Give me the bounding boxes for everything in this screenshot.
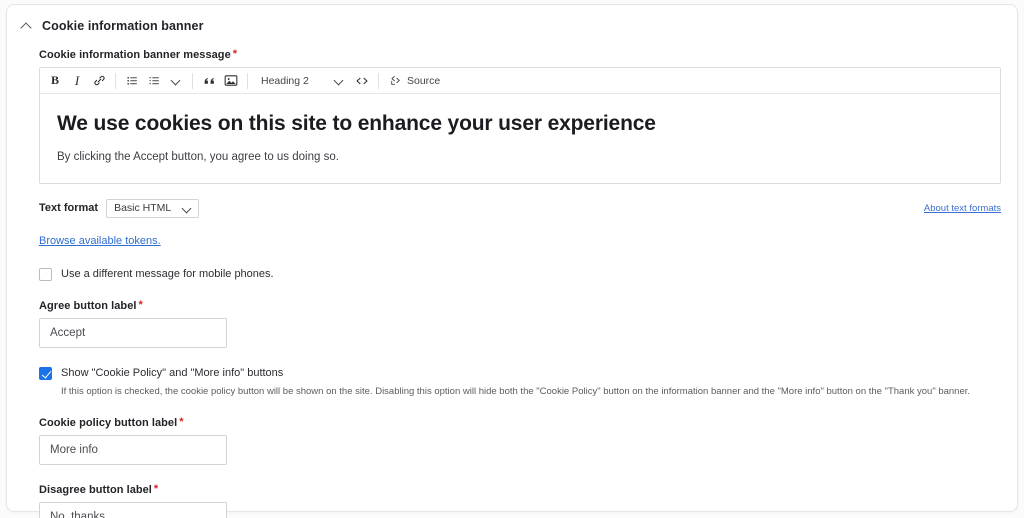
- details-summary-toggle[interactable]: Cookie information banner: [7, 5, 1017, 35]
- chevron-up-icon: [21, 20, 33, 32]
- show-policy-buttons-description: If this option is checked, the cookie po…: [61, 386, 971, 397]
- editor-field-label: Cookie information banner message *: [39, 48, 995, 62]
- chevron-down-icon: [335, 76, 344, 85]
- show-policy-buttons-checkbox[interactable]: [39, 367, 52, 380]
- toolbar-divider: [247, 72, 248, 89]
- disagree-button-field: Disagree button label *: [39, 484, 995, 518]
- source-code-icon[interactable]: [351, 70, 373, 92]
- block-quote-icon[interactable]: [198, 70, 220, 92]
- agree-button-input[interactable]: [39, 318, 227, 348]
- heading-dropdown-value: Heading 2: [261, 74, 309, 87]
- required-marker: *: [138, 299, 143, 311]
- cookie-information-banner-details: Cookie information banner Cookie informa…: [6, 4, 1018, 518]
- agree-button-label-text: Agree button label: [39, 300, 137, 312]
- text-format-row: Text format Basic HTML About text format…: [39, 198, 1001, 218]
- bold-icon[interactable]: B: [44, 70, 66, 92]
- editor-content-heading: We use cookies on this site to enhance y…: [57, 112, 656, 135]
- link-icon[interactable]: [88, 70, 110, 92]
- mobile-message-checkbox-row: Use a different message for mobile phone…: [39, 267, 995, 281]
- numbered-list-icon[interactable]: [143, 70, 165, 92]
- ckeditor-container: B I Heading 2 Source We use cookies on t…: [39, 67, 1001, 184]
- text-format-selected-value: Basic HTML: [114, 202, 172, 214]
- required-marker: *: [153, 483, 159, 495]
- editor-toolbar: B I Heading 2 Source: [40, 68, 1000, 94]
- required-marker: *: [232, 48, 238, 60]
- image-icon[interactable]: [220, 70, 242, 92]
- disagree-button-label: Disagree button label *: [39, 483, 995, 497]
- show-policy-buttons-label[interactable]: Show "Cookie Policy" and "More info" but…: [61, 366, 970, 380]
- browse-available-tokens-link[interactable]: Browse available tokens.: [39, 235, 161, 247]
- source-button[interactable]: Source: [384, 70, 445, 92]
- editor-content-paragraph: By clicking the Accept button, you agree…: [57, 151, 339, 163]
- chevron-down-glyph: [172, 76, 181, 85]
- show-policy-buttons-text-group: Show "Cookie Policy" and "More info" but…: [61, 366, 970, 398]
- about-text-formats-link[interactable]: About text formats: [924, 203, 1001, 214]
- editor-field-label-text: Cookie information banner message: [39, 49, 231, 61]
- list-options-chevron-down-icon[interactable]: [165, 70, 187, 92]
- required-marker: *: [179, 416, 184, 428]
- mobile-message-checkbox-label[interactable]: Use a different message for mobile phone…: [61, 267, 274, 281]
- chevron-down-icon: [183, 204, 192, 213]
- show-policy-buttons-checkbox-row: Show "Cookie Policy" and "More info" but…: [39, 366, 995, 398]
- bulleted-list-icon[interactable]: [121, 70, 143, 92]
- toolbar-divider: [378, 72, 379, 89]
- heading-dropdown[interactable]: Heading 2: [253, 70, 351, 92]
- agree-button-label: Agree button label *: [39, 299, 995, 313]
- cookie-policy-button-field: Cookie policy button label *: [39, 417, 995, 465]
- editor-content-area[interactable]: We use cookies on this site to enhance y…: [40, 94, 1000, 183]
- cookie-policy-button-input[interactable]: [39, 435, 227, 465]
- mobile-message-checkbox[interactable]: [39, 268, 52, 281]
- disagree-button-input[interactable]: [39, 502, 227, 518]
- form-body: Cookie information banner message* B I: [7, 35, 1017, 518]
- agree-button-field: Agree button label *: [39, 300, 995, 348]
- toolbar-divider: [115, 72, 116, 89]
- source-button-label: Source: [407, 74, 441, 87]
- cookie-policy-button-label-text: Cookie policy button label: [39, 417, 178, 429]
- cookie-policy-button-label: Cookie policy button label *: [39, 416, 995, 430]
- text-format-select[interactable]: Basic HTML: [106, 198, 200, 218]
- italic-icon[interactable]: I: [66, 70, 88, 92]
- admin-form-page: Cookie information banner Cookie informa…: [0, 0, 1024, 518]
- text-format-label: Text format: [39, 202, 99, 214]
- toolbar-divider: [192, 72, 193, 89]
- disagree-button-label-text: Disagree button label: [39, 484, 152, 496]
- details-title: Cookie information banner: [42, 19, 204, 33]
